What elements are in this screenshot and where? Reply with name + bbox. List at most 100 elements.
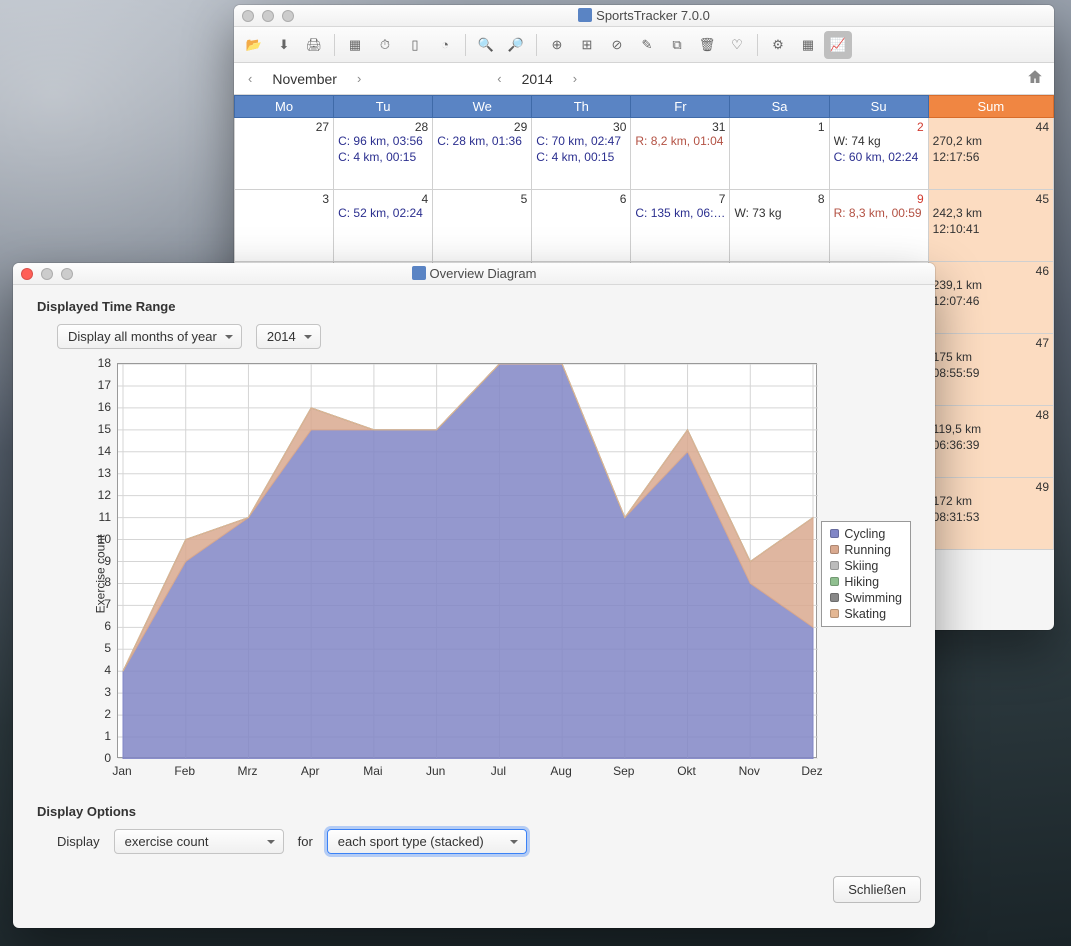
main-window-title: SportsTracker 7.0.0 (234, 8, 1054, 23)
zoom-out-icon[interactable]: 🔎 (502, 31, 530, 59)
chart-legend: CyclingRunningSkiingHikingSwimmingSkatin… (821, 521, 911, 627)
chart-box: Exercise count 0123456789101112131415161… (67, 361, 809, 786)
calendar-cell[interactable]: 31R: 8,2 km, 01:04 (631, 118, 730, 190)
time-range-combo[interactable]: Display all months of year (57, 324, 242, 349)
minimize-traffic-icon[interactable] (262, 10, 274, 22)
calendar-sum-cell: 48119,5 km06:36:39 (928, 406, 1053, 478)
month-label: November (272, 71, 337, 87)
year-combo[interactable]: 2014 (256, 324, 321, 349)
y-tick: 12 (85, 488, 111, 502)
calendar-cell[interactable]: 7C: 135 km, 06:… (631, 190, 730, 262)
y-tick: 5 (85, 641, 111, 655)
y-tick: 10 (85, 532, 111, 546)
calendar-icon[interactable]: ▦ (341, 31, 369, 59)
calendar-sum-cell: 44270,2 km12:17:56 (928, 118, 1053, 190)
y-tick: 2 (85, 707, 111, 721)
legend-item: Hiking (830, 574, 902, 590)
zoom-in-icon[interactable]: 🔍 (472, 31, 500, 59)
calendar-cell[interactable]: 5 (433, 190, 532, 262)
next-month-button[interactable]: › (353, 67, 365, 90)
x-tick: Mai (363, 764, 382, 778)
x-tick: Sep (613, 764, 634, 778)
close-traffic-icon[interactable] (21, 268, 33, 280)
heart-icon[interactable]: ♡ (723, 31, 751, 59)
page-icon[interactable]: ▯ (401, 31, 429, 59)
calendar-cell[interactable]: 2W: 74 kgC: 60 km, 02:24 (829, 118, 928, 190)
calendar-cell[interactable]: 3 (235, 190, 334, 262)
calendar-cell[interactable]: 6 (532, 190, 631, 262)
for-word: for (298, 834, 313, 849)
y-tick: 3 (85, 685, 111, 699)
next-year-button[interactable]: › (569, 67, 581, 90)
x-tick: Okt (677, 764, 696, 778)
y-tick: 13 (85, 466, 111, 480)
copy-icon[interactable]: ⧉ (663, 31, 691, 59)
calendar-cell[interactable]: 8W: 73 kg (730, 190, 829, 262)
x-tick: Nov (739, 764, 760, 778)
calendar-cell[interactable]: 9R: 8,3 km, 00:59 (829, 190, 928, 262)
calendar-cell[interactable]: 30C: 70 km, 02:47C: 4 km, 00:15 (532, 118, 631, 190)
legend-item: Skiing (830, 558, 902, 574)
grid-icon[interactable]: ▦ (794, 31, 822, 59)
gear-icon[interactable]: ⚙ (764, 31, 792, 59)
zoom-traffic-icon[interactable] (282, 10, 294, 22)
add-other-icon[interactable]: ⊘ (603, 31, 631, 59)
display-for-combo[interactable]: each sport type (stacked) (327, 829, 527, 854)
zoom-traffic-icon[interactable] (61, 268, 73, 280)
folder-open-icon[interactable]: 📂 (240, 31, 268, 59)
download-icon[interactable]: ⬇ (270, 31, 298, 59)
close-traffic-icon[interactable] (242, 10, 254, 22)
calendar-cell[interactable]: 29C: 28 km, 01:36 (433, 118, 532, 190)
prev-month-button[interactable]: ‹ (244, 67, 256, 90)
y-tick: 15 (85, 422, 111, 436)
x-tick: Apr (301, 764, 320, 778)
y-tick: 1 (85, 729, 111, 743)
calendar-sum-cell: 45242,3 km12:10:41 (928, 190, 1053, 262)
chart-icon[interactable]: 📈 (824, 31, 852, 59)
prev-year-button[interactable]: ‹ (493, 67, 505, 90)
chart-area: Exercise count 0123456789101112131415161… (37, 361, 911, 786)
calendar-cell[interactable]: 27 (235, 118, 334, 190)
calendar-header-su: Su (829, 96, 928, 118)
y-tick: 14 (85, 444, 111, 458)
x-tick: Feb (174, 764, 195, 778)
calendar-header-fr: Fr (631, 96, 730, 118)
app-icon (412, 266, 426, 280)
x-tick: Jul (491, 764, 506, 778)
display-value-combo[interactable]: exercise count (114, 829, 284, 854)
minimize-traffic-icon[interactable] (41, 268, 53, 280)
overview-titlebar[interactable]: Overview Diagram (13, 263, 935, 285)
add-page-icon[interactable]: ⊞ (573, 31, 601, 59)
legend-item: Swimming (830, 590, 902, 606)
calendar-cell[interactable]: 28C: 96 km, 03:56C: 4 km, 00:15 (334, 118, 433, 190)
y-tick: 7 (85, 597, 111, 611)
legend-item: Cycling (830, 526, 902, 542)
calendar-sum-cell: 47175 km08:55:59 (928, 334, 1053, 406)
y-tick: 0 (85, 751, 111, 765)
home-icon[interactable] (1026, 68, 1044, 89)
app-icon (578, 8, 592, 22)
calendar-header-we: We (433, 96, 532, 118)
stopwatch-icon[interactable]: ⏱ (371, 31, 399, 59)
y-tick: 9 (85, 554, 111, 568)
edit-icon[interactable]: ✎ (633, 31, 661, 59)
add-ball-icon[interactable]: ⊕ (543, 31, 571, 59)
calendar-cell[interactable]: 4C: 52 km, 02:24 (334, 190, 433, 262)
calendar-header-mo: Mo (235, 96, 334, 118)
y-tick: 16 (85, 400, 111, 414)
x-tick: Aug (550, 764, 571, 778)
print-icon[interactable]: 🖨 (300, 31, 328, 59)
y-tick: 17 (85, 378, 111, 392)
legend-item: Running (830, 542, 902, 558)
delete-icon[interactable]: 🗑 (693, 31, 721, 59)
close-button[interactable]: Schließen (833, 876, 921, 903)
y-tick: 18 (85, 356, 111, 370)
main-titlebar[interactable]: SportsTracker 7.0.0 (234, 5, 1054, 27)
progress-icon[interactable]: ◔ (431, 31, 459, 59)
year-label: 2014 (522, 71, 553, 87)
calendar-cell[interactable]: 1 (730, 118, 829, 190)
calendar-header-sum: Sum (928, 96, 1053, 118)
time-range-label: Displayed Time Range (37, 299, 911, 314)
display-options-label: Display Options (37, 804, 911, 819)
x-tick: Jan (112, 764, 131, 778)
